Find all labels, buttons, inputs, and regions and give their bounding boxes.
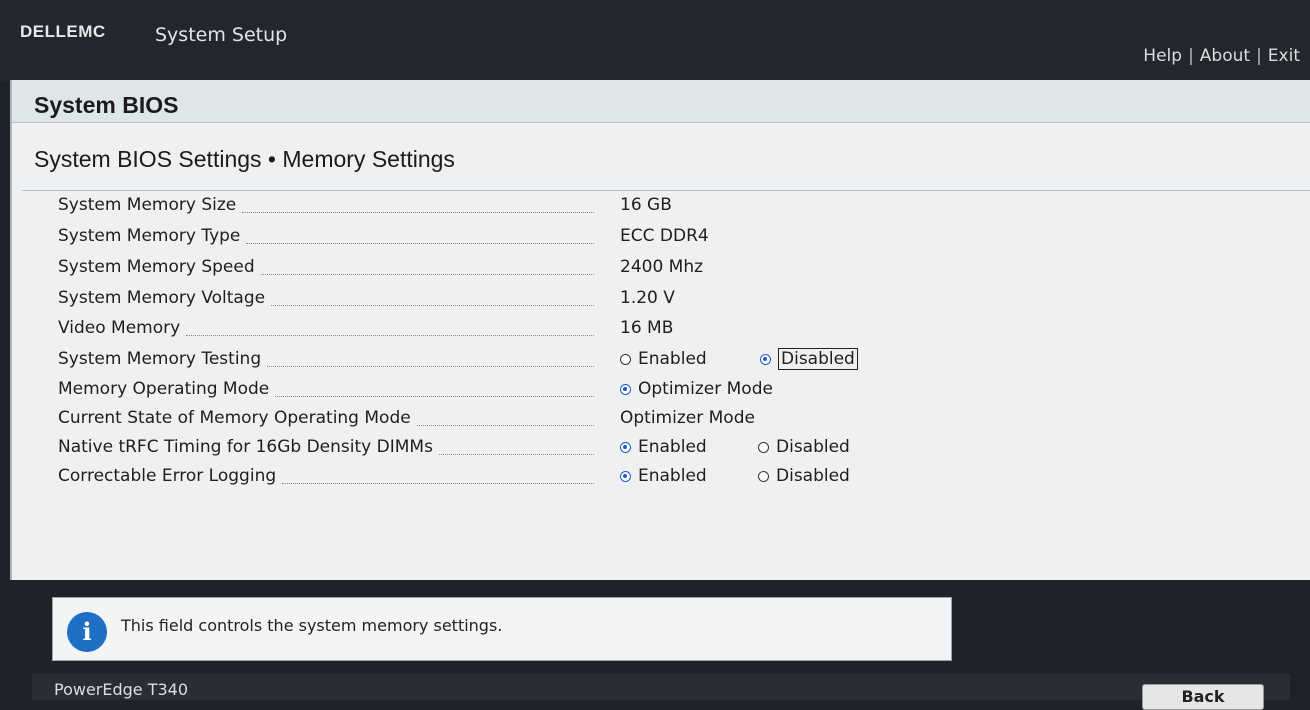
setting-row-memory-speed: System Memory Speed 2400 Mhz	[58, 254, 1258, 280]
setting-row-memory-testing: System Memory Testing Enabled Disabled	[58, 346, 1258, 372]
help-text: This field controls the system memory se…	[121, 616, 503, 635]
setting-label: Current State of Memory Operating Mode	[58, 405, 594, 431]
radio-off-icon	[758, 470, 769, 482]
app-title: System Setup	[155, 24, 288, 46]
setting-label: Video Memory	[58, 315, 594, 341]
setting-row-operating-mode: Memory Operating Mode Optimizer Mode	[58, 376, 1258, 402]
info-icon: i	[67, 612, 107, 652]
top-links: Help | About | Exit	[1143, 46, 1300, 66]
help-link[interactable]: Help	[1143, 46, 1182, 66]
error-logging-disabled-radio[interactable]: Disabled	[758, 463, 850, 489]
setting-row-memory-type: System Memory Type ECC DDR4	[58, 223, 1258, 249]
setting-row-native-trfc: Native tRFC Timing for 16Gb Density DIMM…	[58, 434, 1258, 460]
setting-value: 2400 Mhz	[620, 257, 704, 277]
about-link[interactable]: About	[1200, 46, 1250, 66]
setting-label: System Memory Size	[58, 192, 594, 218]
divider	[22, 190, 1310, 191]
setting-label: Correctable Error Logging	[58, 463, 594, 489]
top-bar: DELLEMC System Setup Help | About | Exit	[0, 0, 1310, 82]
radio-on-icon	[760, 353, 771, 365]
setting-label: System Memory Speed	[58, 254, 594, 280]
back-button[interactable]: Back	[1142, 684, 1264, 710]
setting-row-current-state: Current State of Memory Operating Mode O…	[58, 405, 1258, 431]
setting-value: Optimizer Mode	[620, 408, 755, 428]
radio-off-icon	[758, 441, 769, 453]
trfc-disabled-radio[interactable]: Disabled	[758, 434, 850, 460]
footer-bar: PowerEdge T340	[32, 674, 1290, 700]
radio-on-icon	[620, 441, 631, 453]
error-logging-enabled-radio[interactable]: Enabled	[620, 463, 707, 489]
exit-link[interactable]: Exit	[1268, 46, 1300, 66]
optimizer-mode-radio[interactable]: Optimizer Mode	[620, 376, 773, 402]
trfc-enabled-radio[interactable]: Enabled	[620, 434, 707, 460]
setting-value: ECC DDR4	[620, 226, 709, 246]
radio-on-icon	[620, 470, 631, 482]
memory-testing-enabled-radio[interactable]: Enabled	[620, 346, 707, 372]
link-separator: |	[1256, 46, 1262, 66]
breadcrumb: System BIOS Settings • Memory Settings	[34, 146, 455, 172]
section-title: System BIOS	[34, 92, 179, 118]
setting-label: Native tRFC Timing for 16Gb Density DIMM…	[58, 434, 594, 460]
setting-label: System Memory Testing	[58, 346, 594, 372]
setting-value: 16 GB	[620, 195, 672, 215]
setting-value: 16 MB	[620, 318, 674, 338]
setting-label: Memory Operating Mode	[58, 376, 594, 402]
model-name: PowerEdge T340	[54, 680, 189, 699]
setting-value: 1.20 V	[620, 288, 675, 308]
dell-emc-logo: DELLEMC	[20, 22, 106, 41]
main-panel: System BIOS System BIOS Settings • Memor…	[10, 80, 1310, 580]
setting-row-memory-size: System Memory Size 16 GB	[58, 192, 1258, 218]
radio-off-icon	[620, 353, 631, 365]
link-separator: |	[1188, 46, 1194, 66]
section-header: System BIOS	[12, 80, 1310, 123]
memory-testing-disabled-radio[interactable]: Disabled	[760, 346, 858, 372]
setting-label: System Memory Voltage	[58, 285, 594, 311]
setting-row-memory-voltage: System Memory Voltage 1.20 V	[58, 285, 1258, 311]
help-info-box: i This field controls the system memory …	[52, 597, 952, 661]
setting-row-video-memory: Video Memory 16 MB	[58, 315, 1258, 341]
radio-on-icon	[620, 383, 631, 395]
setting-row-error-logging: Correctable Error Logging Enabled Disabl…	[58, 463, 1258, 489]
setting-label: System Memory Type	[58, 223, 594, 249]
